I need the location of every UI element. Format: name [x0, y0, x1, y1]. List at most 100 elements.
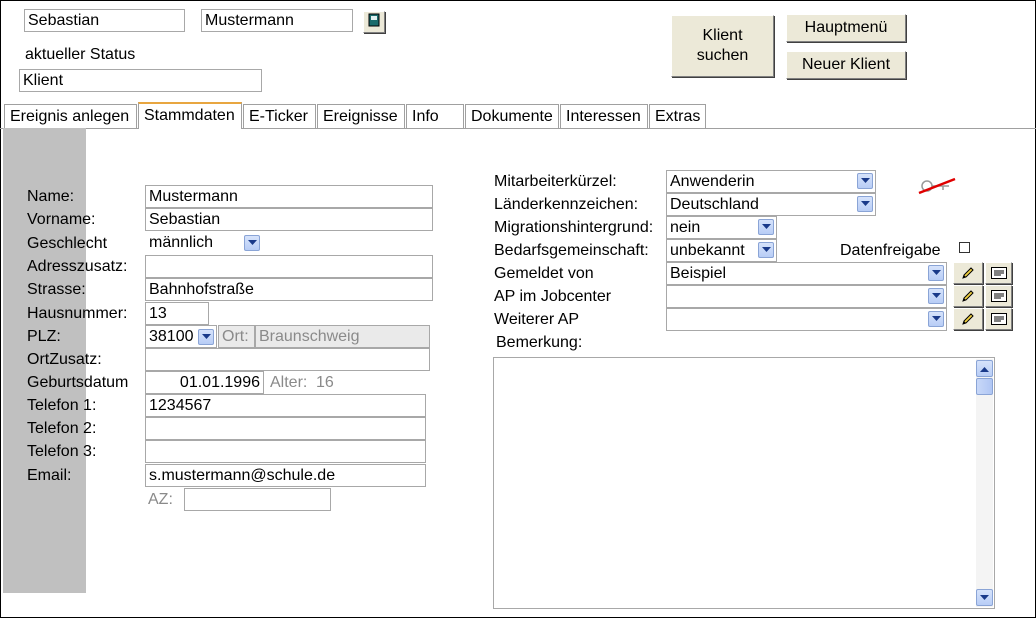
ort-field: Braunschweig [255, 325, 430, 348]
chevron-down-icon [860, 201, 870, 206]
first-name-field[interactable]: Sebastian [24, 9, 185, 32]
bemerkung-text [494, 358, 994, 364]
key-icon [917, 174, 957, 201]
ortzusatz-field[interactable] [145, 348, 430, 371]
weiterer-card-button[interactable] [985, 308, 1012, 330]
gemeldet-dropdown-button[interactable] [928, 265, 944, 281]
chevron-down-icon [761, 247, 771, 252]
chevron-down-icon [761, 224, 771, 229]
strasse-label: Strasse: [27, 281, 86, 298]
adresszusatz-label: Adresszusatz: [27, 258, 128, 275]
weiterer-dropdown-button[interactable] [928, 311, 944, 327]
ap-select[interactable] [666, 285, 947, 308]
pencil-icon [962, 313, 974, 325]
telefon1-label: Telefon 1: [27, 397, 97, 414]
weiterer-label: Weiterer AP [494, 311, 580, 328]
tab-ereignisse[interactable]: Ereignisse [317, 104, 405, 128]
mitarbeiter-dropdown-button[interactable] [857, 173, 873, 189]
hausnummer-label: Hausnummer: [27, 305, 128, 322]
tab-e-ticker[interactable]: E-Ticker [243, 104, 316, 128]
chevron-down-icon [931, 316, 941, 321]
chevron-up-icon [980, 366, 989, 372]
gemeldet-label: Gemeldet von [494, 265, 594, 282]
client-search-button[interactable]: Klient suchen [671, 15, 774, 77]
mitarbeiter-label: Mitarbeiterkürzel: [494, 173, 617, 190]
ap-card-button[interactable] [985, 285, 1012, 307]
new-client-label: Neuer Klient [801, 56, 891, 73]
bemerkung-scrollbar[interactable] [976, 359, 993, 607]
telefon3-label: Telefon 3: [27, 443, 97, 460]
alter-field: 16 [312, 371, 340, 394]
bemerkung-label: Bemerkung: [496, 334, 583, 351]
chevron-down-icon [860, 178, 870, 183]
plz-label: PLZ: [27, 328, 61, 345]
scroll-down-button[interactable] [976, 589, 993, 606]
gemeldet-select[interactable]: Beispiel [666, 262, 947, 285]
telefon1-field[interactable]: 1234567 [145, 394, 426, 417]
alter-label: Alter: [270, 374, 308, 391]
geburtsdatum-field[interactable]: 01.01.1996 [145, 371, 264, 394]
az-field[interactable] [184, 488, 331, 511]
telefon3-field[interactable] [145, 440, 426, 463]
datenfreigabe-label: Datenfreigabe [840, 242, 941, 259]
tab-interessen[interactable]: Interessen [560, 104, 648, 128]
mitarbeiter-select[interactable]: Anwenderin [666, 170, 876, 193]
laender-dropdown-button[interactable] [857, 196, 873, 212]
status-label: aktueller Status [25, 46, 136, 63]
tab-dokumente[interactable]: Dokumente [465, 104, 559, 128]
ap-label: AP im Jobcenter [494, 288, 612, 305]
geschlecht-dropdown-button[interactable] [244, 235, 260, 251]
ap-dropdown-button[interactable] [928, 288, 944, 304]
vorname-field[interactable]: Sebastian [145, 208, 433, 231]
chevron-down-icon [931, 270, 941, 275]
last-name-field[interactable]: Mustermann [201, 9, 353, 32]
scroll-thumb[interactable] [976, 378, 993, 395]
card-icon [990, 267, 1007, 279]
ap-edit-button[interactable] [953, 285, 983, 307]
ort-label-box: Ort: [218, 325, 255, 348]
bemerkung-textarea[interactable] [493, 357, 995, 609]
datenfreigabe-checkbox[interactable] [959, 242, 970, 253]
laender-select[interactable]: Deutschland [666, 193, 876, 216]
hausnummer-field[interactable]: 13 [145, 302, 209, 325]
pencil-icon [962, 290, 974, 302]
card-icon [990, 313, 1007, 325]
geschlecht-label: Geschlecht [27, 235, 108, 252]
az-label: AZ: [148, 491, 173, 508]
email-field[interactable]: s.mustermann@schule.de [145, 464, 426, 487]
name-label: Name: [27, 188, 75, 205]
chevron-down-icon [201, 334, 211, 339]
chevron-down-icon [247, 240, 257, 245]
tab-ereignis-anlegen[interactable]: Ereignis anlegen [4, 104, 137, 128]
status-field[interactable]: Klient [19, 69, 262, 92]
gemeldet-edit-button[interactable] [953, 262, 983, 284]
bedarf-label: Bedarfsgemeinschaft: [494, 242, 649, 259]
telefon2-field[interactable] [145, 417, 426, 440]
weiterer-select[interactable] [666, 308, 947, 331]
telefon2-label: Telefon 2: [27, 420, 97, 437]
new-client-button[interactable]: Neuer Klient [786, 51, 906, 79]
pencil-icon [962, 267, 974, 279]
migration-dropdown-button[interactable] [758, 219, 774, 235]
vorname-label: Vorname: [27, 211, 96, 228]
weiterer-edit-button[interactable] [953, 308, 983, 330]
geburtsdatum-label: Geburtsdatum [27, 374, 129, 391]
name-field[interactable]: Mustermann [145, 185, 433, 208]
main-menu-label: Hauptmenü [804, 19, 888, 36]
book-icon [368, 13, 380, 32]
tab-extras[interactable]: Extras [649, 104, 706, 128]
adresszusatz-field[interactable] [145, 255, 433, 278]
bedarf-dropdown-button[interactable] [758, 242, 774, 258]
chevron-down-icon [980, 594, 989, 600]
book-button[interactable] [363, 11, 385, 33]
gemeldet-card-button[interactable] [985, 262, 1012, 284]
tab-stammdaten[interactable]: Stammdaten [138, 102, 242, 129]
laender-label: Länderkennzeichen: [494, 196, 639, 213]
strasse-field[interactable]: Bahnhofstraße [145, 278, 433, 301]
tab-info[interactable]: Info [406, 104, 464, 128]
client-search-label: Klient suchen [696, 27, 749, 64]
migration-label: Migrationshintergrund: [494, 219, 654, 236]
main-menu-button[interactable]: Hauptmenü [786, 14, 906, 42]
plz-dropdown-button[interactable] [198, 329, 214, 345]
scroll-up-button[interactable] [976, 360, 993, 377]
